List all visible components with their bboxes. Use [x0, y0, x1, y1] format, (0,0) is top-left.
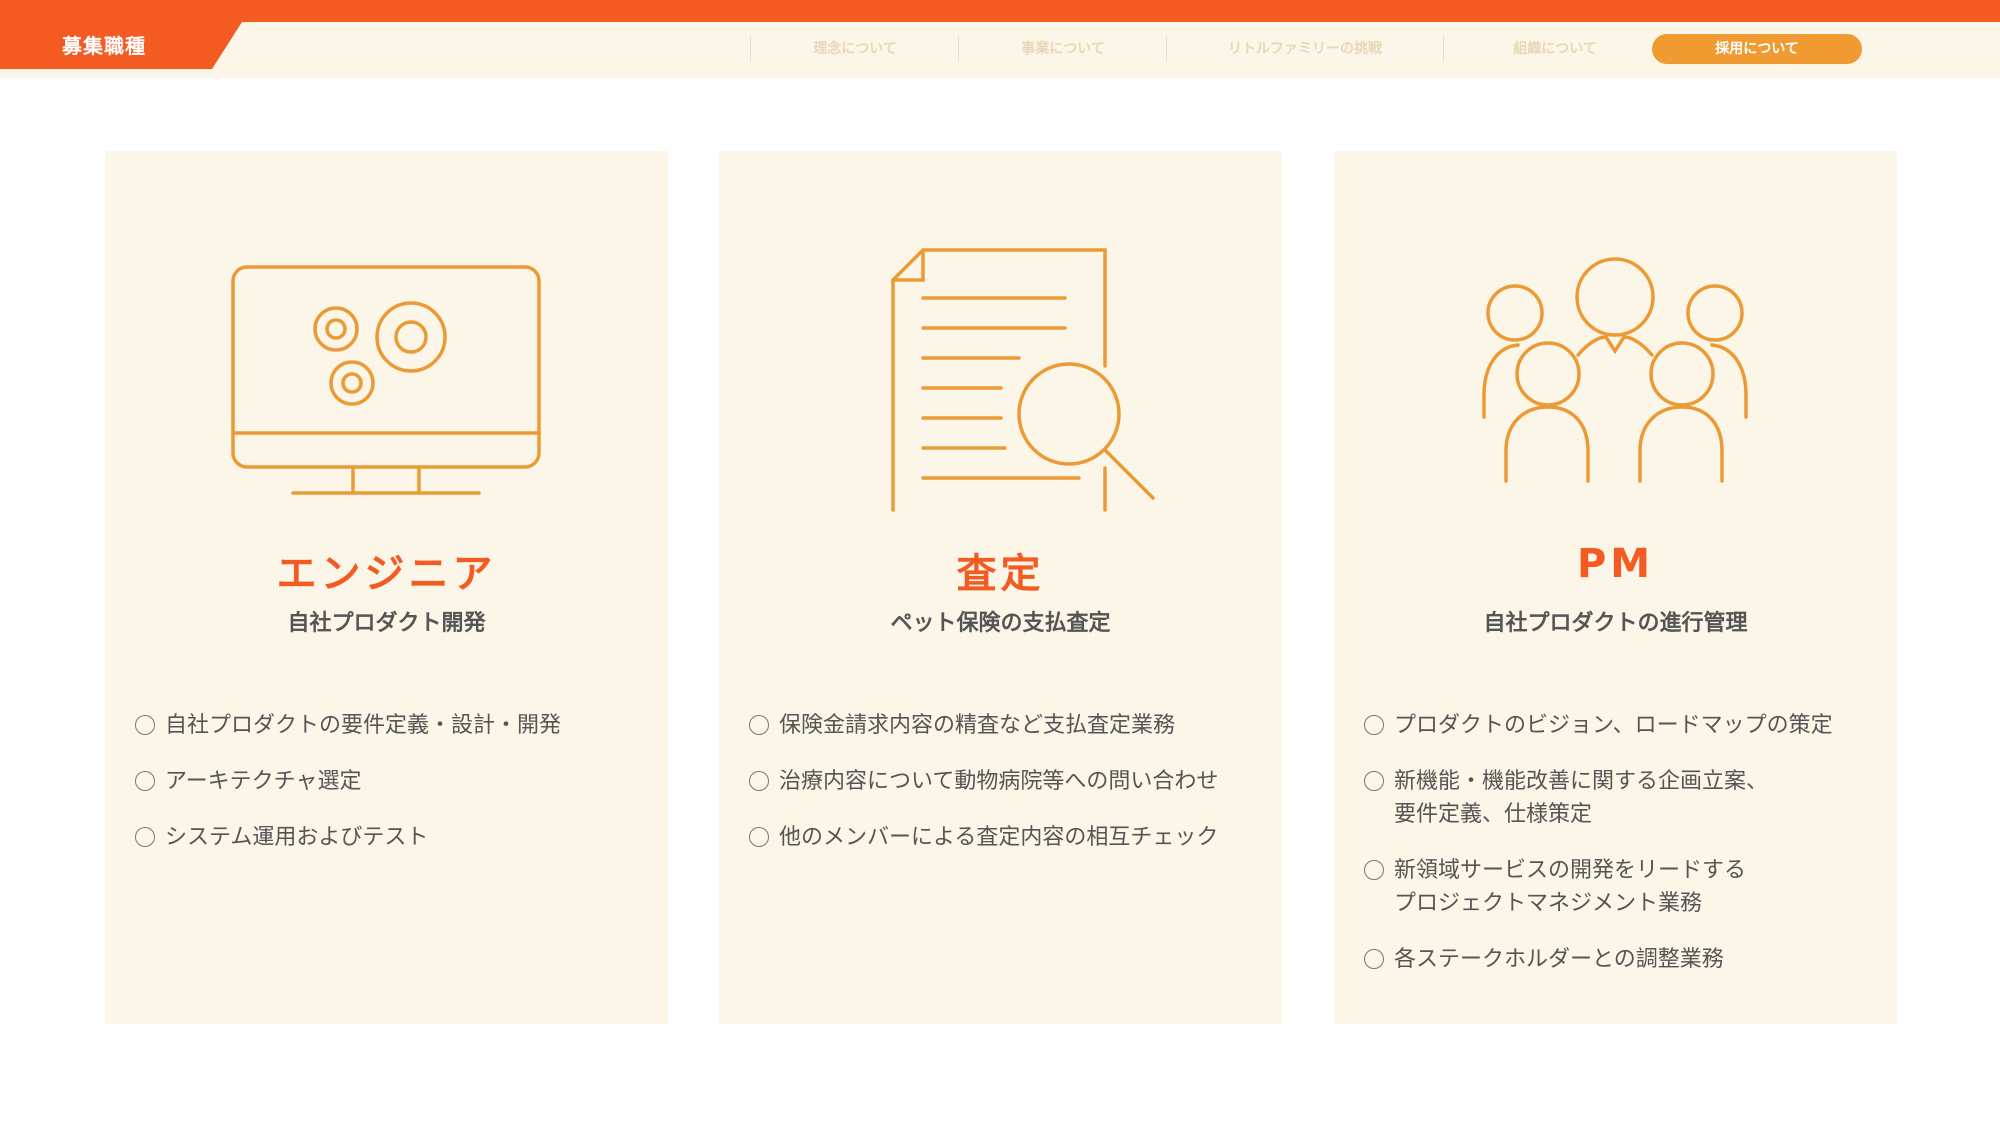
list-item: 自社プロダクトの要件定義・設計・開発 — [135, 709, 655, 742]
list-item: 新領域サービスの開発をリードする プロジェクトマネジメント業務 — [1364, 854, 1884, 920]
document-magnifier-icon — [891, 248, 1155, 512]
job-card-pm: PM 自社プロダクトの進行管理 プロダクトのビジョン、ロードマップの策定 新機能… — [1334, 151, 1897, 1024]
card-subtitle: 自社プロダクト開発 — [287, 611, 486, 636]
list-item: 治療内容について動物病院等への問い合わせ — [749, 765, 1269, 798]
team-people-icon — [1482, 257, 1748, 483]
nav-item-business[interactable]: 事業について — [960, 34, 1166, 64]
list-item: アーキテクチャ選定 — [135, 765, 655, 798]
list-item: 新機能・機能改善に関する企画立案、 要件定義、仕様策定 — [1364, 765, 1884, 831]
job-card-engineer: エンジニア 自社プロダクト開発 自社プロダクトの要件定義・設計・開発 アーキテク… — [105, 151, 668, 1024]
monitor-gears-icon — [231, 265, 541, 495]
section-tab: 募集職種 — [0, 22, 242, 69]
top-accent-bar — [0, 0, 2000, 22]
nav-item-recruit[interactable]: 採用について — [1652, 34, 1862, 64]
nav-item-challenge[interactable]: リトルファミリーの挑戦 — [1168, 34, 1442, 64]
list-item: システム運用およびテスト — [135, 821, 655, 854]
nav-item-organization[interactable]: 組織について — [1445, 34, 1665, 64]
nav-item-philosophy[interactable]: 理念について — [752, 34, 958, 64]
list-item: 保険金請求内容の精査など支払査定業務 — [749, 709, 1269, 742]
list-item: プロダクトのビジョン、ロードマップの策定 — [1364, 709, 1884, 742]
card-title: エンジニア — [276, 551, 497, 597]
card-subtitle: ペット保険の支払査定 — [890, 611, 1111, 636]
list-item: 他のメンバーによる査定内容の相互チェック — [749, 821, 1269, 854]
card-title: 査定 — [956, 551, 1045, 597]
section-label: 募集職種 — [62, 34, 146, 58]
job-card-assessment: 査定 ペット保険の支払査定 保険金請求内容の精査など支払査定業務 治療内容につい… — [719, 151, 1282, 1024]
list-item: 各ステークホルダーとの調整業務 — [1364, 943, 1884, 976]
card-subtitle: 自社プロダクトの進行管理 — [1483, 611, 1748, 636]
card-title: PM — [1576, 541, 1655, 587]
bullet-list: 保険金請求内容の精査など支払査定業務 治療内容について動物病院等への問い合わせ … — [749, 709, 1269, 877]
bullet-list: プロダクトのビジョン、ロードマップの策定 新機能・機能改善に関する企画立案、 要… — [1364, 709, 1884, 999]
bullet-list: 自社プロダクトの要件定義・設計・開発 アーキテクチャ選定 システム運用およびテス… — [135, 709, 655, 877]
